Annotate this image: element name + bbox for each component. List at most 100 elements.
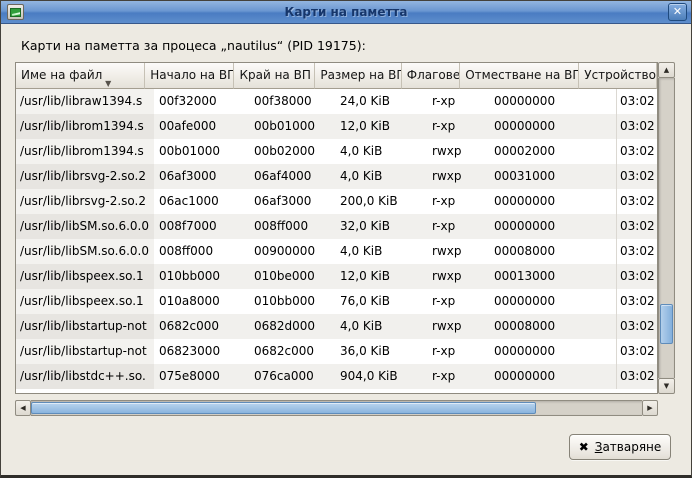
- cell-vm-end: 0682c000: [249, 339, 335, 364]
- cell-vm-size: 36,0 KiB: [335, 339, 427, 364]
- vertical-scrollbar-thumb[interactable]: [660, 304, 673, 344]
- table-row[interactable]: /usr/lib/libspeex.so.1010bb000010be00012…: [16, 264, 657, 289]
- close-dialog-button[interactable]: ✖ Затваряне: [569, 434, 671, 460]
- cell-vm-start: 06ac1000: [154, 189, 249, 214]
- close-button-label: Затваряне: [595, 440, 662, 454]
- cell-device: 03:02: [616, 89, 657, 114]
- table-body: /usr/lib/libraw1394.s00f3200000f3800024,…: [16, 89, 657, 393]
- cell-flags: rwxp: [427, 314, 489, 339]
- column-header-flags[interactable]: Флагове: [402, 63, 460, 89]
- table-row[interactable]: /usr/lib/libspeex.so.1010a8000010bb00076…: [16, 289, 657, 314]
- cell-vm-start: 075e8000: [154, 364, 249, 389]
- table-row[interactable]: /usr/lib/librsvg-2.so.206af300006af40004…: [16, 164, 657, 189]
- cell-vm-offset: 00008000: [489, 314, 616, 339]
- cell-vm-start: 008ff000: [154, 239, 249, 264]
- cell-file: /usr/lib/librsvg-2.so.2: [16, 189, 154, 214]
- cell-vm-end: 010bb000: [249, 289, 335, 314]
- cell-vm-size: 12,0 KiB: [335, 264, 427, 289]
- table-row[interactable]: /usr/lib/libSM.so.6.0.0008f7000008ff0003…: [16, 214, 657, 239]
- table-row[interactable]: /usr/lib/librom1394.s00afe00000b0100012,…: [16, 114, 657, 139]
- process-description-label: Карти на паметта за процеса „nautilus“ (…: [21, 38, 366, 53]
- table-row[interactable]: /usr/lib/librom1394.s00b0100000b020004,0…: [16, 139, 657, 164]
- cell-file: /usr/lib/libspeex.so.1: [16, 264, 154, 289]
- column-header-vm-size[interactable]: Размер на ВП: [315, 63, 401, 89]
- arrow-right-icon: ▶: [647, 404, 652, 412]
- cell-device: 03:02: [616, 339, 657, 364]
- column-header-vm-start[interactable]: Начало на ВП: [145, 63, 234, 89]
- cell-file: /usr/lib/librom1394.s: [16, 139, 154, 164]
- cell-vm-offset: 00031000: [489, 164, 616, 189]
- memory-maps-table: Име на файл ▼ Начало на ВП Край на ВП Ра…: [15, 62, 675, 394]
- vertical-scrollbar[interactable]: ▲ ▼: [658, 62, 675, 394]
- cell-vm-size: 4,0 KiB: [335, 314, 427, 339]
- column-header-filename[interactable]: Име на файл ▼: [16, 63, 145, 89]
- cell-vm-start: 00afe000: [154, 114, 249, 139]
- memory-maps-dialog: Карти на паметта ✕ Карти на паметта за п…: [0, 0, 692, 478]
- cell-flags: rwxp: [427, 139, 489, 164]
- cell-device: 03:02: [616, 264, 657, 289]
- table-row[interactable]: /usr/lib/librsvg-2.so.206ac100006af30002…: [16, 189, 657, 214]
- cell-device: 03:02: [616, 239, 657, 264]
- cell-vm-offset: 00000000: [489, 339, 616, 364]
- scroll-down-button[interactable]: ▼: [658, 378, 675, 394]
- cell-vm-start: 06af3000: [154, 164, 249, 189]
- treeview: Име на файл ▼ Начало на ВП Край на ВП Ра…: [15, 62, 658, 394]
- cell-file: /usr/lib/libstartup-not: [16, 339, 154, 364]
- table-header-row: Име на файл ▼ Начало на ВП Край на ВП Ра…: [16, 63, 657, 89]
- cell-vm-offset: 00008000: [489, 239, 616, 264]
- scroll-right-button[interactable]: ▶: [642, 400, 658, 416]
- column-header-device[interactable]: Устройство: [579, 63, 657, 89]
- scroll-left-button[interactable]: ◀: [15, 400, 31, 416]
- vertical-scrollbar-track[interactable]: [658, 78, 675, 378]
- column-header-vm-end[interactable]: Край на ВП: [234, 63, 315, 89]
- cell-vm-start: 0682c000: [154, 314, 249, 339]
- cell-device: 03:02: [616, 289, 657, 314]
- cell-vm-start: 00f32000: [154, 89, 249, 114]
- cell-vm-end: 06af3000: [249, 189, 335, 214]
- cell-vm-end: 076ca000: [249, 364, 335, 389]
- column-header-vm-offset[interactable]: Отместване на ВП: [460, 63, 579, 89]
- cell-flags: rwxp: [427, 164, 489, 189]
- cell-flags: r-xp: [427, 114, 489, 139]
- table-row[interactable]: /usr/lib/libstartup-not068230000682c0003…: [16, 339, 657, 364]
- cell-flags: r-xp: [427, 214, 489, 239]
- cell-vm-size: 200,0 KiB: [335, 189, 427, 214]
- cell-flags: rwxp: [427, 239, 489, 264]
- cell-vm-end: 0682d000: [249, 314, 335, 339]
- cell-file: /usr/lib/libstartup-not: [16, 314, 154, 339]
- titlebar[interactable]: Карти на паметта ✕: [1, 1, 691, 24]
- table-row[interactable]: /usr/lib/libstdc++.so.075e8000076ca00090…: [16, 364, 657, 389]
- cell-file: /usr/lib/libSM.so.6.0.0: [16, 214, 154, 239]
- cell-vm-offset: 00013000: [489, 264, 616, 289]
- close-icon: ✕: [673, 5, 682, 18]
- cell-file: /usr/lib/libstdc++.so.: [16, 364, 154, 389]
- cell-vm-start: 010bb000: [154, 264, 249, 289]
- cell-vm-end: 008ff000: [249, 214, 335, 239]
- close-button-x-icon: ✖: [579, 440, 589, 454]
- cell-flags: r-xp: [427, 339, 489, 364]
- horizontal-scrollbar-thumb[interactable]: [31, 402, 536, 414]
- horizontal-scrollbar-track[interactable]: [31, 400, 642, 416]
- cell-vm-size: 4,0 KiB: [335, 139, 427, 164]
- cell-device: 03:02: [616, 164, 657, 189]
- cell-device: 03:02: [616, 364, 657, 389]
- cell-vm-size: 76,0 KiB: [335, 289, 427, 314]
- cell-device: 03:02: [616, 314, 657, 339]
- arrow-up-icon: ▲: [664, 66, 669, 74]
- cell-device: 03:02: [616, 214, 657, 239]
- cell-vm-end: 00900000: [249, 239, 335, 264]
- cell-device: 03:02: [616, 114, 657, 139]
- table-row[interactable]: /usr/lib/libstartup-not0682c0000682d0004…: [16, 314, 657, 339]
- horizontal-scrollbar[interactable]: ◀ ▶: [15, 400, 658, 416]
- window-close-button[interactable]: ✕: [668, 3, 687, 21]
- arrow-left-icon: ◀: [20, 404, 25, 412]
- table-row[interactable]: /usr/lib/libSM.so.6.0.0008ff000009000004…: [16, 239, 657, 264]
- arrow-down-icon: ▼: [664, 382, 669, 390]
- cell-vm-offset: 00000000: [489, 189, 616, 214]
- window-title: Карти на паметта: [1, 5, 691, 19]
- cell-vm-end: 010be000: [249, 264, 335, 289]
- scroll-up-button[interactable]: ▲: [658, 62, 675, 78]
- cell-vm-offset: 00000000: [489, 289, 616, 314]
- cell-flags: r-xp: [427, 364, 489, 389]
- table-row[interactable]: /usr/lib/libraw1394.s00f3200000f3800024,…: [16, 89, 657, 114]
